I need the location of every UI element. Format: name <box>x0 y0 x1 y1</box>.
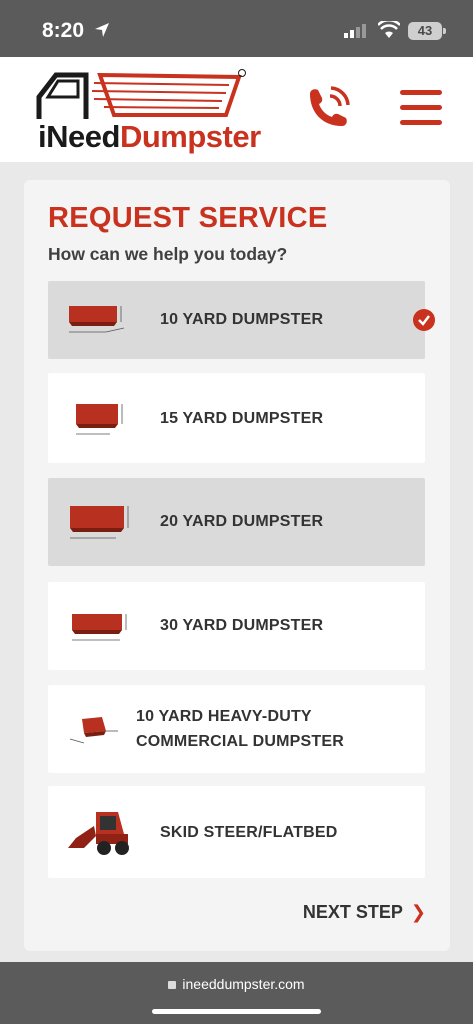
page-title: REQUEST SERVICE <box>48 202 328 234</box>
signal-icon <box>344 24 366 38</box>
menu-line <box>400 105 442 110</box>
url-text: ineeddumpster.com <box>182 976 305 992</box>
option-10-yard-heavy-duty-commercial[interactable]: 10 YARD HEAVY-DUTY COMMERCIAL DUMPSTER <box>48 685 425 773</box>
option-label: 20 YARD DUMPSTER <box>160 513 324 530</box>
logo-accent: Dumpster <box>119 119 261 154</box>
dumpster-10-yard-icon <box>69 306 125 333</box>
logo[interactable]: iNeedDumpster <box>34 67 261 154</box>
home-indicator[interactable] <box>152 1009 321 1014</box>
option-skid-steer-flatbed[interactable]: SKID STEER/FLATBED <box>48 786 425 878</box>
option-label: 30 YARD DUMPSTER <box>160 617 324 634</box>
option-10-yard-dumpster[interactable]: 10 YARD DUMPSTER <box>48 281 435 359</box>
next-step-button[interactable]: NEXT STEP ❯ <box>303 902 426 923</box>
logo-text: iNeedDumpster <box>38 119 261 155</box>
location-arrow-icon <box>95 23 109 37</box>
option-15-yard-dumpster[interactable]: 15 YARD DUMPSTER <box>48 373 425 463</box>
commercial-dumpster-icon <box>69 717 118 744</box>
status-bar: 8:20 43 <box>0 0 473 57</box>
browser-bottom-bar: ineeddumpster.com <box>0 962 473 1024</box>
request-service-card: REQUEST SERVICE How can we help you toda… <box>24 180 450 951</box>
page-subtitle: How can we help you today? <box>48 244 288 264</box>
site-header: iNeedDumpster <box>0 57 473 162</box>
logo-prefix: i <box>38 119 47 154</box>
option-label: 10 YARD DUMPSTER <box>160 311 324 328</box>
logo-main: Need <box>46 119 120 154</box>
option-label: 15 YARD DUMPSTER <box>160 410 324 427</box>
menu-line <box>400 120 442 125</box>
option-30-yard-dumpster[interactable]: 30 YARD DUMPSTER <box>48 582 425 670</box>
option-label: SKID STEER/FLATBED <box>160 824 338 841</box>
selected-check-icon <box>413 309 435 331</box>
option-20-yard-dumpster[interactable]: 20 YARD DUMPSTER <box>48 478 425 566</box>
hamburger-menu-button[interactable] <box>400 90 442 126</box>
status-time: 8:20 <box>42 19 85 42</box>
wifi-icon <box>378 21 400 38</box>
dumpster-15-yard-icon <box>76 404 123 435</box>
option-label: 10 YARD HEAVY-DUTY COMMERCIAL DUMPSTER <box>136 708 344 750</box>
battery-icon: 43 <box>408 22 442 40</box>
chevron-right-icon: ❯ <box>410 902 426 922</box>
address-bar[interactable]: ineeddumpster.com <box>0 976 473 992</box>
skid-steer-icon <box>68 812 129 855</box>
menu-line <box>400 90 442 95</box>
phone-icon[interactable] <box>304 86 352 132</box>
dumpster-20-yard-icon <box>70 506 129 539</box>
next-step-label: NEXT STEP <box>302 902 403 922</box>
battery-nub <box>443 28 446 34</box>
dumpster-30-yard-icon <box>72 614 127 641</box>
lock-icon <box>168 981 177 989</box>
